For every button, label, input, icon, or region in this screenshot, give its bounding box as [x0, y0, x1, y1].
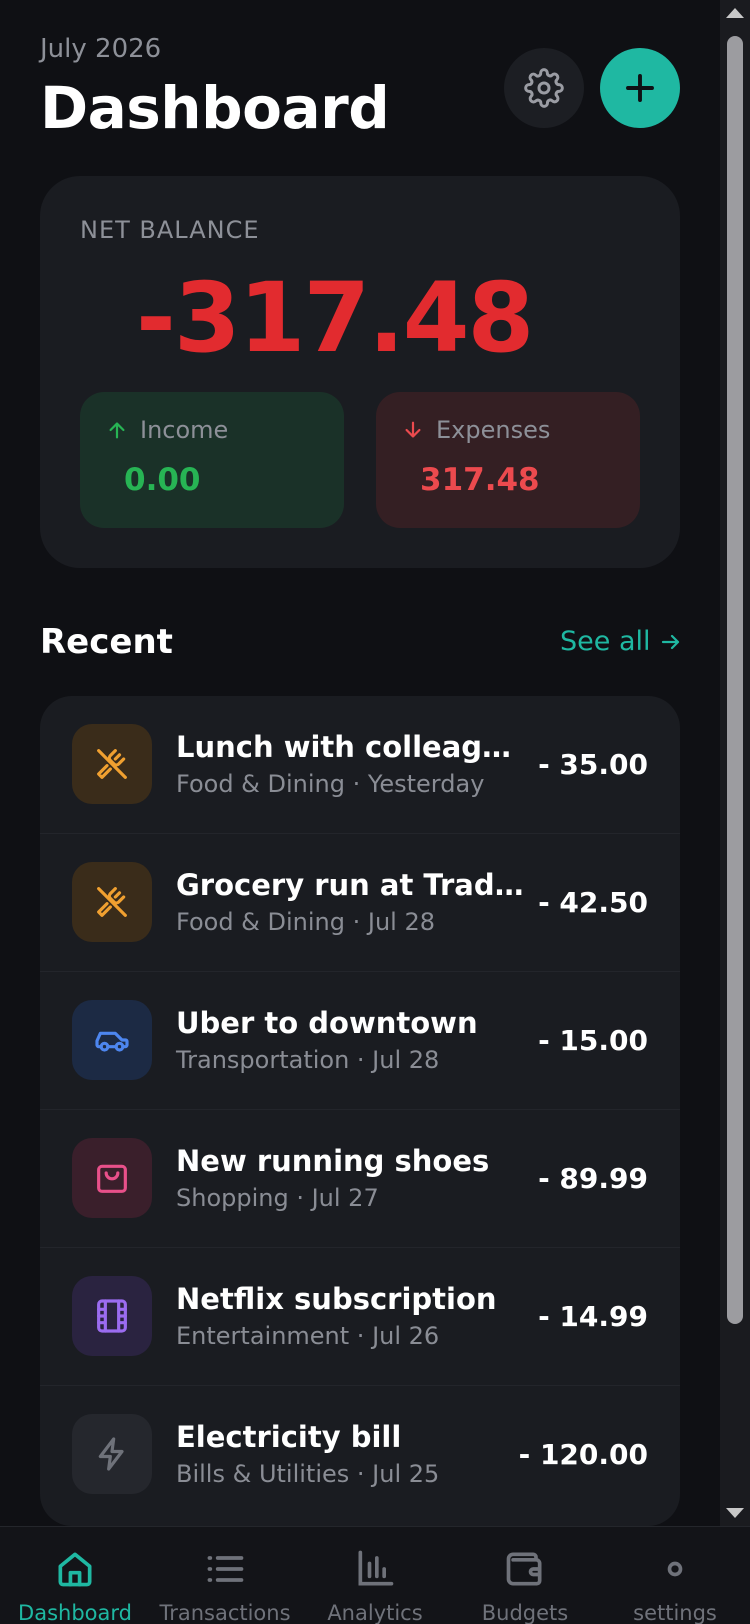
- transaction-subtitle: Transportation · Jul 28: [176, 1046, 440, 1074]
- nav-label: settings: [633, 1601, 717, 1624]
- transaction-title: New running shoes: [176, 1144, 490, 1178]
- transaction-title: Uber to downtown: [176, 1006, 478, 1040]
- category-tile: [72, 724, 152, 804]
- category-tile: [72, 862, 152, 942]
- expenses-value: 317.48: [420, 462, 540, 498]
- plus-icon: [626, 74, 654, 102]
- transaction-row[interactable]: Grocery run at Trader Joe's Food & Dinin…: [40, 834, 680, 972]
- nav-label: Analytics: [327, 1601, 423, 1624]
- transaction-subtitle: Food & Dining · Yesterday: [176, 770, 485, 798]
- scrollbar-thumb[interactable]: [727, 36, 743, 1324]
- transaction-title: Lunch with colleagues: [176, 730, 526, 764]
- recent-transactions-list: Lunch with colleagues Food & Dining · Ye…: [40, 696, 680, 1526]
- transaction-row[interactable]: Electricity bill Bills & Utilities · Jul…: [40, 1386, 680, 1524]
- nav-dashboard[interactable]: Dashboard: [0, 1527, 150, 1624]
- income-label: Income: [140, 416, 229, 444]
- transaction-title: Electricity bill: [176, 1420, 402, 1454]
- scroll-down-arrow[interactable]: [726, 1508, 744, 1518]
- nav-icon-wrap: [201, 1545, 249, 1593]
- transaction-amount: - 35.00: [538, 748, 648, 781]
- home-icon: [58, 1552, 92, 1587]
- month-label: July 2026: [40, 34, 162, 64]
- add-transaction-button[interactable]: [600, 48, 680, 128]
- income-header: Income: [106, 416, 228, 444]
- settings-button[interactable]: [504, 48, 584, 128]
- expenses-header: Expenses: [402, 416, 550, 444]
- scrollbar[interactable]: [720, 0, 750, 1526]
- page-title: Dashboard: [40, 74, 390, 142]
- transaction-row[interactable]: Netflix subscription Entertainment · Jul…: [40, 1248, 680, 1386]
- nav-label: Dashboard: [18, 1601, 132, 1624]
- nav-analytics[interactable]: Analytics: [300, 1527, 450, 1624]
- transaction-subtitle: Entertainment · Jul 26: [176, 1322, 440, 1350]
- net-balance-value: -317.48: [136, 262, 534, 374]
- category-tile: [72, 1414, 152, 1494]
- list-icon: [207, 1556, 244, 1582]
- gear-icon: [524, 68, 564, 108]
- nav-label: Budgets: [481, 1601, 569, 1624]
- transaction-amount: - 15.00: [538, 1024, 648, 1057]
- dashboard-page: July 2026 Dashboard NET BALANCE -317.48 …: [0, 0, 720, 1526]
- nav-settings[interactable]: settings: [600, 1527, 750, 1624]
- net-balance-label: NET BALANCE: [80, 216, 260, 244]
- arrow-up-icon: [109, 422, 125, 439]
- bottom-navigation: Dashboard Transactions Analytics Budgets: [0, 1526, 750, 1624]
- wallet-icon: [506, 1552, 542, 1586]
- category-tile: [72, 1000, 152, 1080]
- scroll-up-arrow[interactable]: [726, 8, 744, 18]
- fork-knife-icon: [97, 887, 127, 917]
- bar-chart-icon: [358, 1550, 394, 1586]
- nav-icon-wrap: [651, 1545, 699, 1593]
- car-icon: [95, 1031, 129, 1052]
- nav-icon-wrap: [51, 1545, 99, 1593]
- nav-icon-wrap: [501, 1545, 549, 1593]
- transaction-amount: - 120.00: [518, 1438, 648, 1471]
- transaction-subtitle: Food & Dining · Jul 28: [176, 908, 436, 936]
- expenses-label: Expenses: [436, 416, 551, 444]
- transaction-subtitle: Shopping · Jul 27: [176, 1184, 379, 1212]
- recent-section-title: Recent: [40, 622, 173, 662]
- nav-transactions[interactable]: Transactions: [150, 1527, 300, 1624]
- transaction-row[interactable]: Lunch with colleagues Food & Dining · Ye…: [40, 696, 680, 834]
- transaction-title: Grocery run at Trader Joe's: [176, 868, 526, 902]
- arrow-down-icon: [405, 421, 421, 438]
- nav-icon-wrap: [351, 1545, 399, 1593]
- shopping-bag-icon: [97, 1164, 127, 1193]
- arrow-right-icon: [661, 634, 679, 649]
- lightning-icon: [98, 1437, 124, 1471]
- transaction-row[interactable]: Uber to downtown Transportation · Jul 28…: [40, 972, 680, 1110]
- transaction-amount: - 89.99: [538, 1162, 648, 1195]
- nav-budgets[interactable]: Budgets: [450, 1527, 600, 1624]
- transaction-amount: - 14.99: [538, 1300, 648, 1333]
- see-all-label: See all: [560, 626, 651, 657]
- income-card: Income 0.00: [80, 392, 344, 528]
- transaction-amount: - 42.50: [538, 886, 648, 919]
- income-value: 0.00: [124, 462, 201, 498]
- category-tile: [72, 1276, 152, 1356]
- transaction-subtitle: Bills & Utilities · Jul 25: [176, 1460, 440, 1488]
- transaction-row[interactable]: New running shoes Shopping · Jul 27 - 89…: [40, 1110, 680, 1248]
- transaction-title: Netflix subscription: [176, 1282, 497, 1316]
- nav-label: Transactions: [159, 1601, 291, 1624]
- fork-knife-icon: [97, 749, 127, 779]
- film-icon: [97, 1299, 127, 1333]
- category-tile: [72, 1138, 152, 1218]
- expenses-card: Expenses 317.48: [376, 392, 640, 528]
- settings-icon: [667, 1561, 683, 1577]
- see-all-link[interactable]: See all: [560, 626, 683, 657]
- balance-card: NET BALANCE -317.48 Income 0.00 Expenses…: [40, 176, 680, 568]
